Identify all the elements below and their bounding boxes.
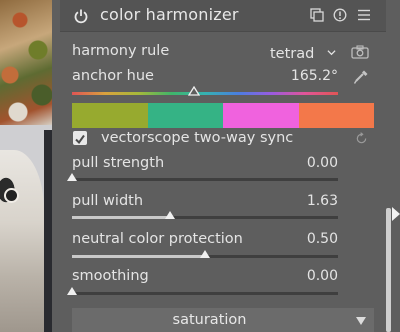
vectorscope-checkbox[interactable] [73, 131, 87, 145]
anchor-hue-value: 165.2° [290, 68, 338, 84]
color-harmonizer-module: color harmonizer harmony rule tetrad anc… [60, 0, 386, 332]
reset-icon[interactable] [355, 132, 368, 145]
pull-width-label: pull width [72, 193, 144, 209]
reset-icon[interactable] [333, 8, 347, 22]
swatch-1 [72, 103, 148, 128]
color-picker-icon[interactable] [353, 69, 369, 85]
pull-strength-label: pull strength [72, 155, 165, 171]
vectorscope-label: vectorscope two-way sync [101, 130, 294, 146]
harmony-rule-dropdown[interactable]: tetrad [270, 43, 340, 62]
neutral-color-protection-label: neutral color protection [72, 231, 243, 247]
module-header[interactable]: color harmonizer [60, 0, 386, 32]
panel-expand-arrow-icon[interactable] [392, 207, 400, 221]
pull-width-fill [72, 216, 171, 219]
photo-foliage [0, 0, 52, 125]
chevron-down-icon [327, 50, 336, 56]
pull-strength-track [72, 178, 338, 181]
saturation-section-label: saturation [172, 312, 247, 328]
harmony-swatches [72, 103, 374, 128]
module-title: color harmonizer [100, 5, 239, 24]
menu-icon[interactable] [357, 8, 371, 22]
panel-scrollbar[interactable] [386, 208, 391, 332]
pull-strength-handle[interactable] [67, 173, 77, 181]
smoothing-handle[interactable] [67, 287, 77, 295]
photo-animal-eye [6, 190, 17, 201]
neutral-color-protection-handle[interactable] [200, 250, 210, 258]
neutral-color-protection-fill [72, 255, 205, 258]
swatch-3 [223, 103, 299, 128]
pull-width-value: 1.63 [306, 193, 338, 209]
checkmark-icon [75, 134, 85, 145]
photo-border [44, 130, 52, 332]
anchor-hue-handle[interactable] [188, 86, 200, 96]
pull-strength-value: 0.00 [306, 155, 338, 171]
presets-icon[interactable] [310, 8, 324, 22]
harmony-rule-label: harmony rule [72, 43, 170, 59]
hue-gradient-track [72, 92, 338, 95]
power-icon[interactable] [73, 8, 89, 24]
collapse-arrow-icon [356, 317, 366, 325]
anchor-hue-label: anchor hue [72, 68, 154, 84]
harmony-rule-value: tetrad [270, 46, 315, 62]
pull-width-track [72, 216, 338, 219]
smoothing-track [72, 292, 338, 295]
neutral-color-protection-value: 0.50 [306, 231, 338, 247]
smoothing-label: smoothing [72, 268, 149, 284]
saturation-section-header[interactable]: saturation [72, 308, 374, 332]
photo-animal [0, 150, 44, 332]
smoothing-value: 0.00 [306, 268, 338, 284]
camera-icon[interactable] [351, 45, 369, 59]
image-preview [0, 0, 52, 332]
swatch-2 [147, 103, 223, 128]
pull-width-handle[interactable] [165, 211, 176, 219]
swatch-4 [298, 103, 374, 128]
